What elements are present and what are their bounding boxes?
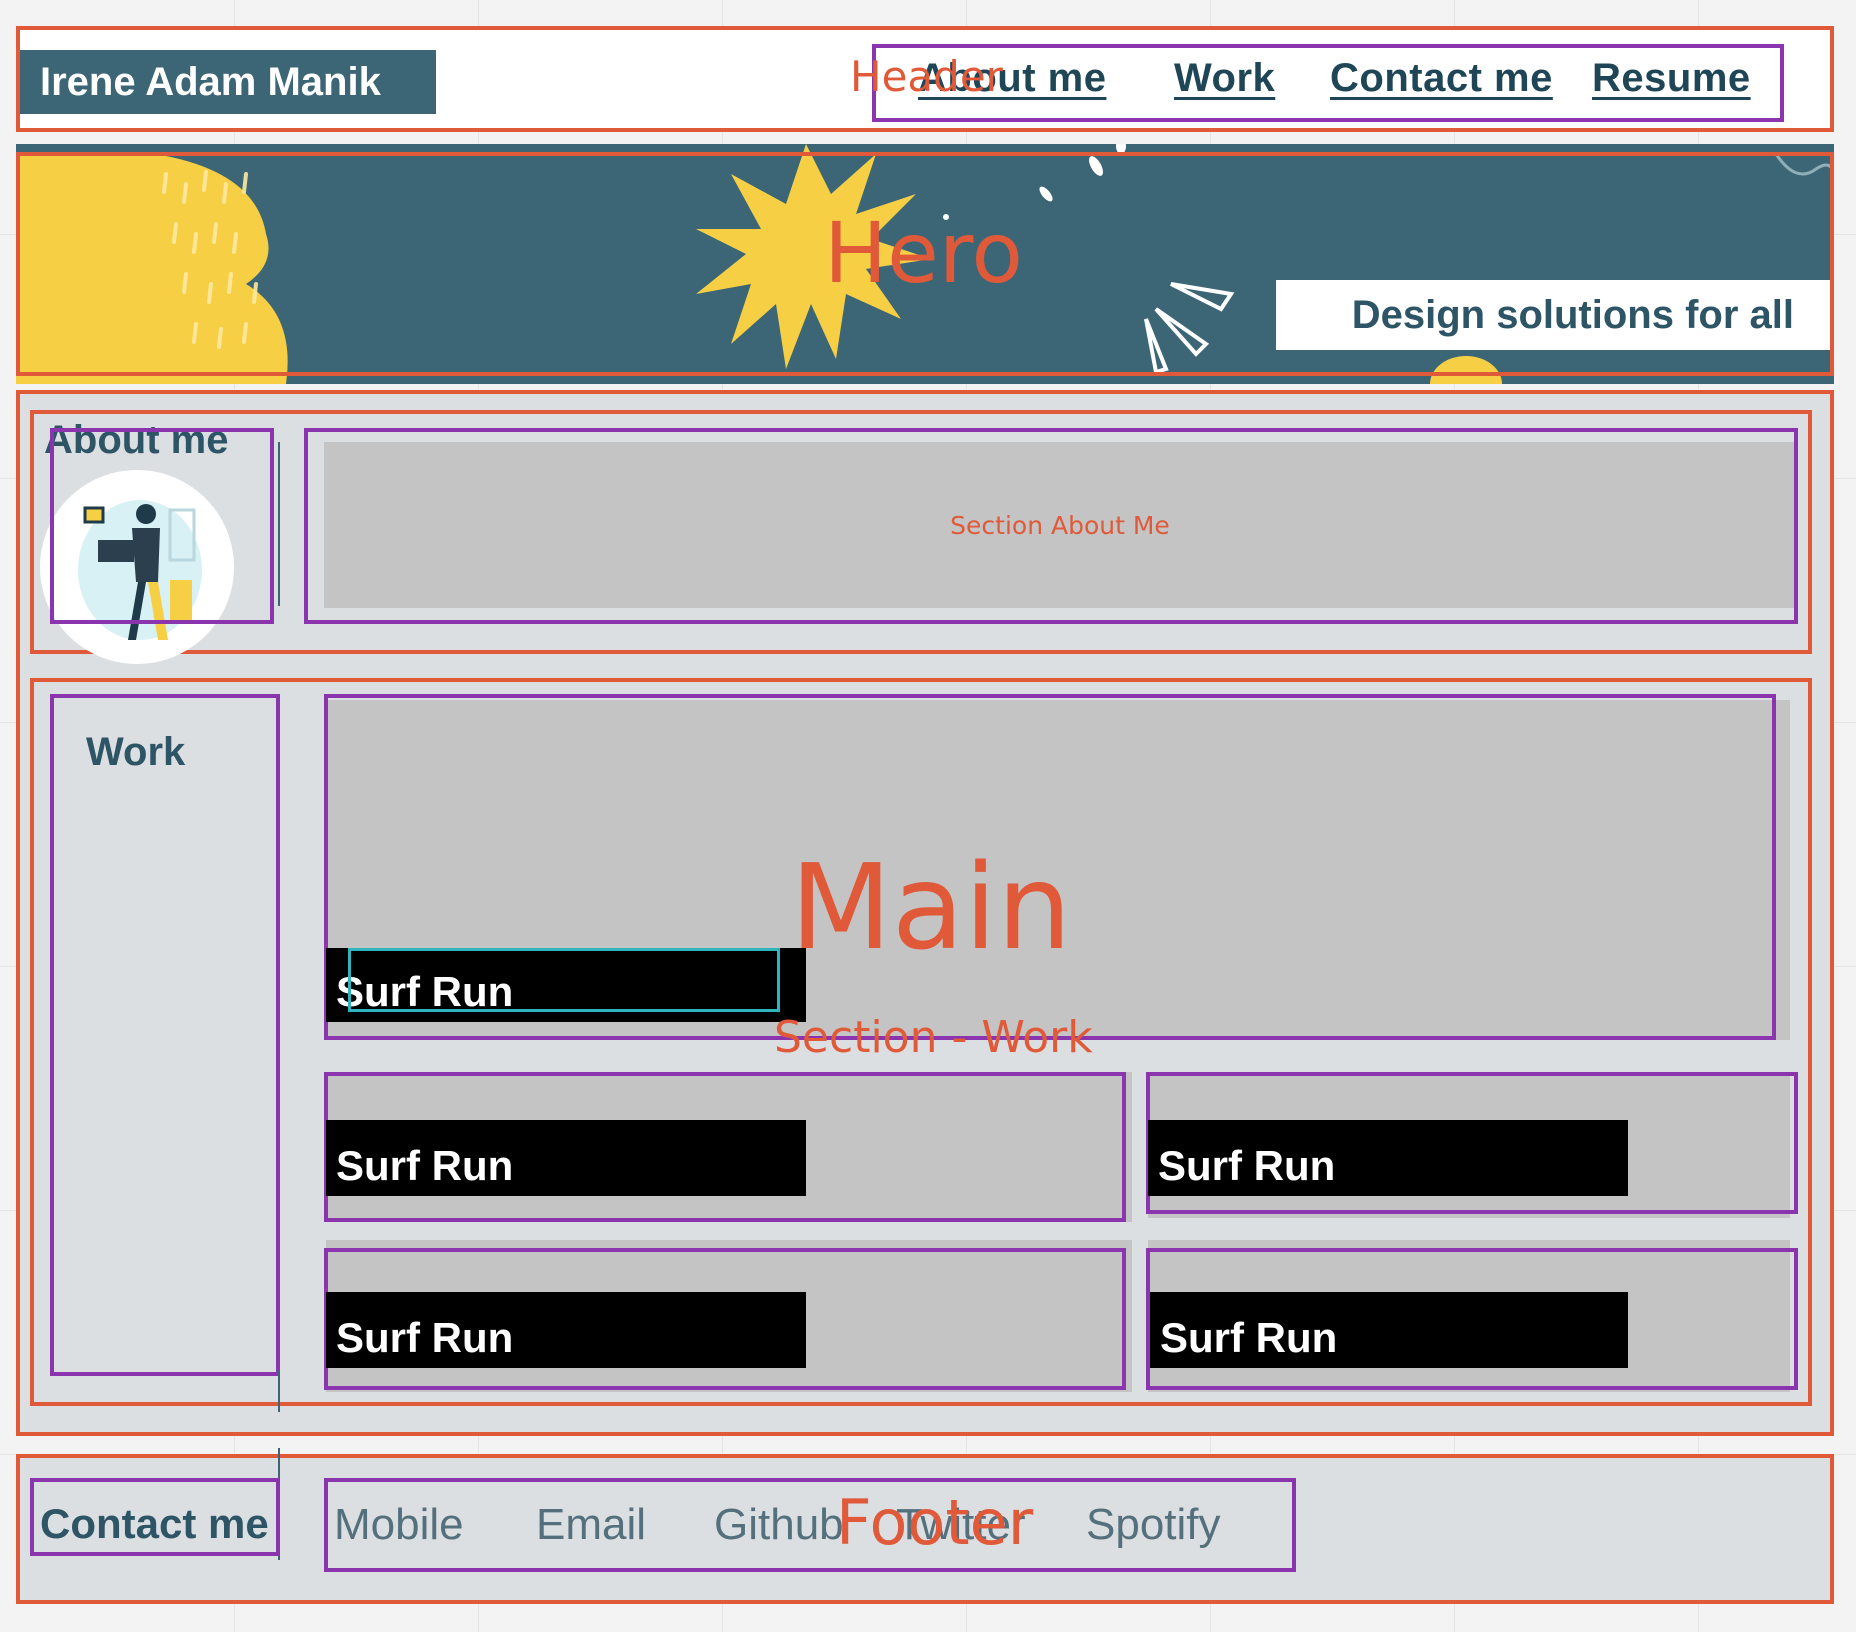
header-annotation-label: Header bbox=[850, 52, 1003, 101]
about-content-annotation-box bbox=[304, 428, 1798, 624]
hero-annotation-label: Hero bbox=[824, 204, 1023, 302]
work-card-3-title-text: Surf Run bbox=[1158, 1142, 1336, 1189]
footer-link-mobile[interactable]: Mobile bbox=[334, 1500, 464, 1550]
work-card-5-title-text: Surf Run bbox=[1160, 1314, 1338, 1361]
work-divider bbox=[278, 1370, 280, 1412]
work-card-featured-title-annotation-box bbox=[348, 948, 780, 1012]
footer-link-spotify[interactable]: Spotify bbox=[1086, 1500, 1221, 1550]
nav-annotation-box bbox=[872, 44, 1784, 122]
footer-annotation-label: Footer bbox=[836, 1486, 1034, 1559]
work-title: Work bbox=[86, 730, 186, 774]
work-card-4-title-text: Surf Run bbox=[336, 1314, 514, 1361]
about-divider bbox=[278, 442, 280, 606]
main-annotation-label: Main bbox=[790, 838, 1072, 976]
footer-title: Contact me bbox=[40, 1500, 269, 1547]
footer-link-github[interactable]: Github bbox=[714, 1500, 844, 1550]
work-card-2-title: Surf Run bbox=[326, 1120, 806, 1196]
footer-link-email[interactable]: Email bbox=[536, 1500, 646, 1550]
work-section-annotation-label: Section - Work bbox=[774, 1012, 1093, 1063]
work-card-3-title: Surf Run bbox=[1148, 1120, 1628, 1196]
work-card-2-title-text: Surf Run bbox=[336, 1142, 514, 1189]
about-avatar-annotation-box bbox=[50, 428, 274, 624]
work-card-4-title: Surf Run bbox=[326, 1292, 806, 1368]
work-card-5-title: Surf Run bbox=[1150, 1292, 1628, 1368]
work-sidebar-annotation-box bbox=[50, 694, 280, 1376]
